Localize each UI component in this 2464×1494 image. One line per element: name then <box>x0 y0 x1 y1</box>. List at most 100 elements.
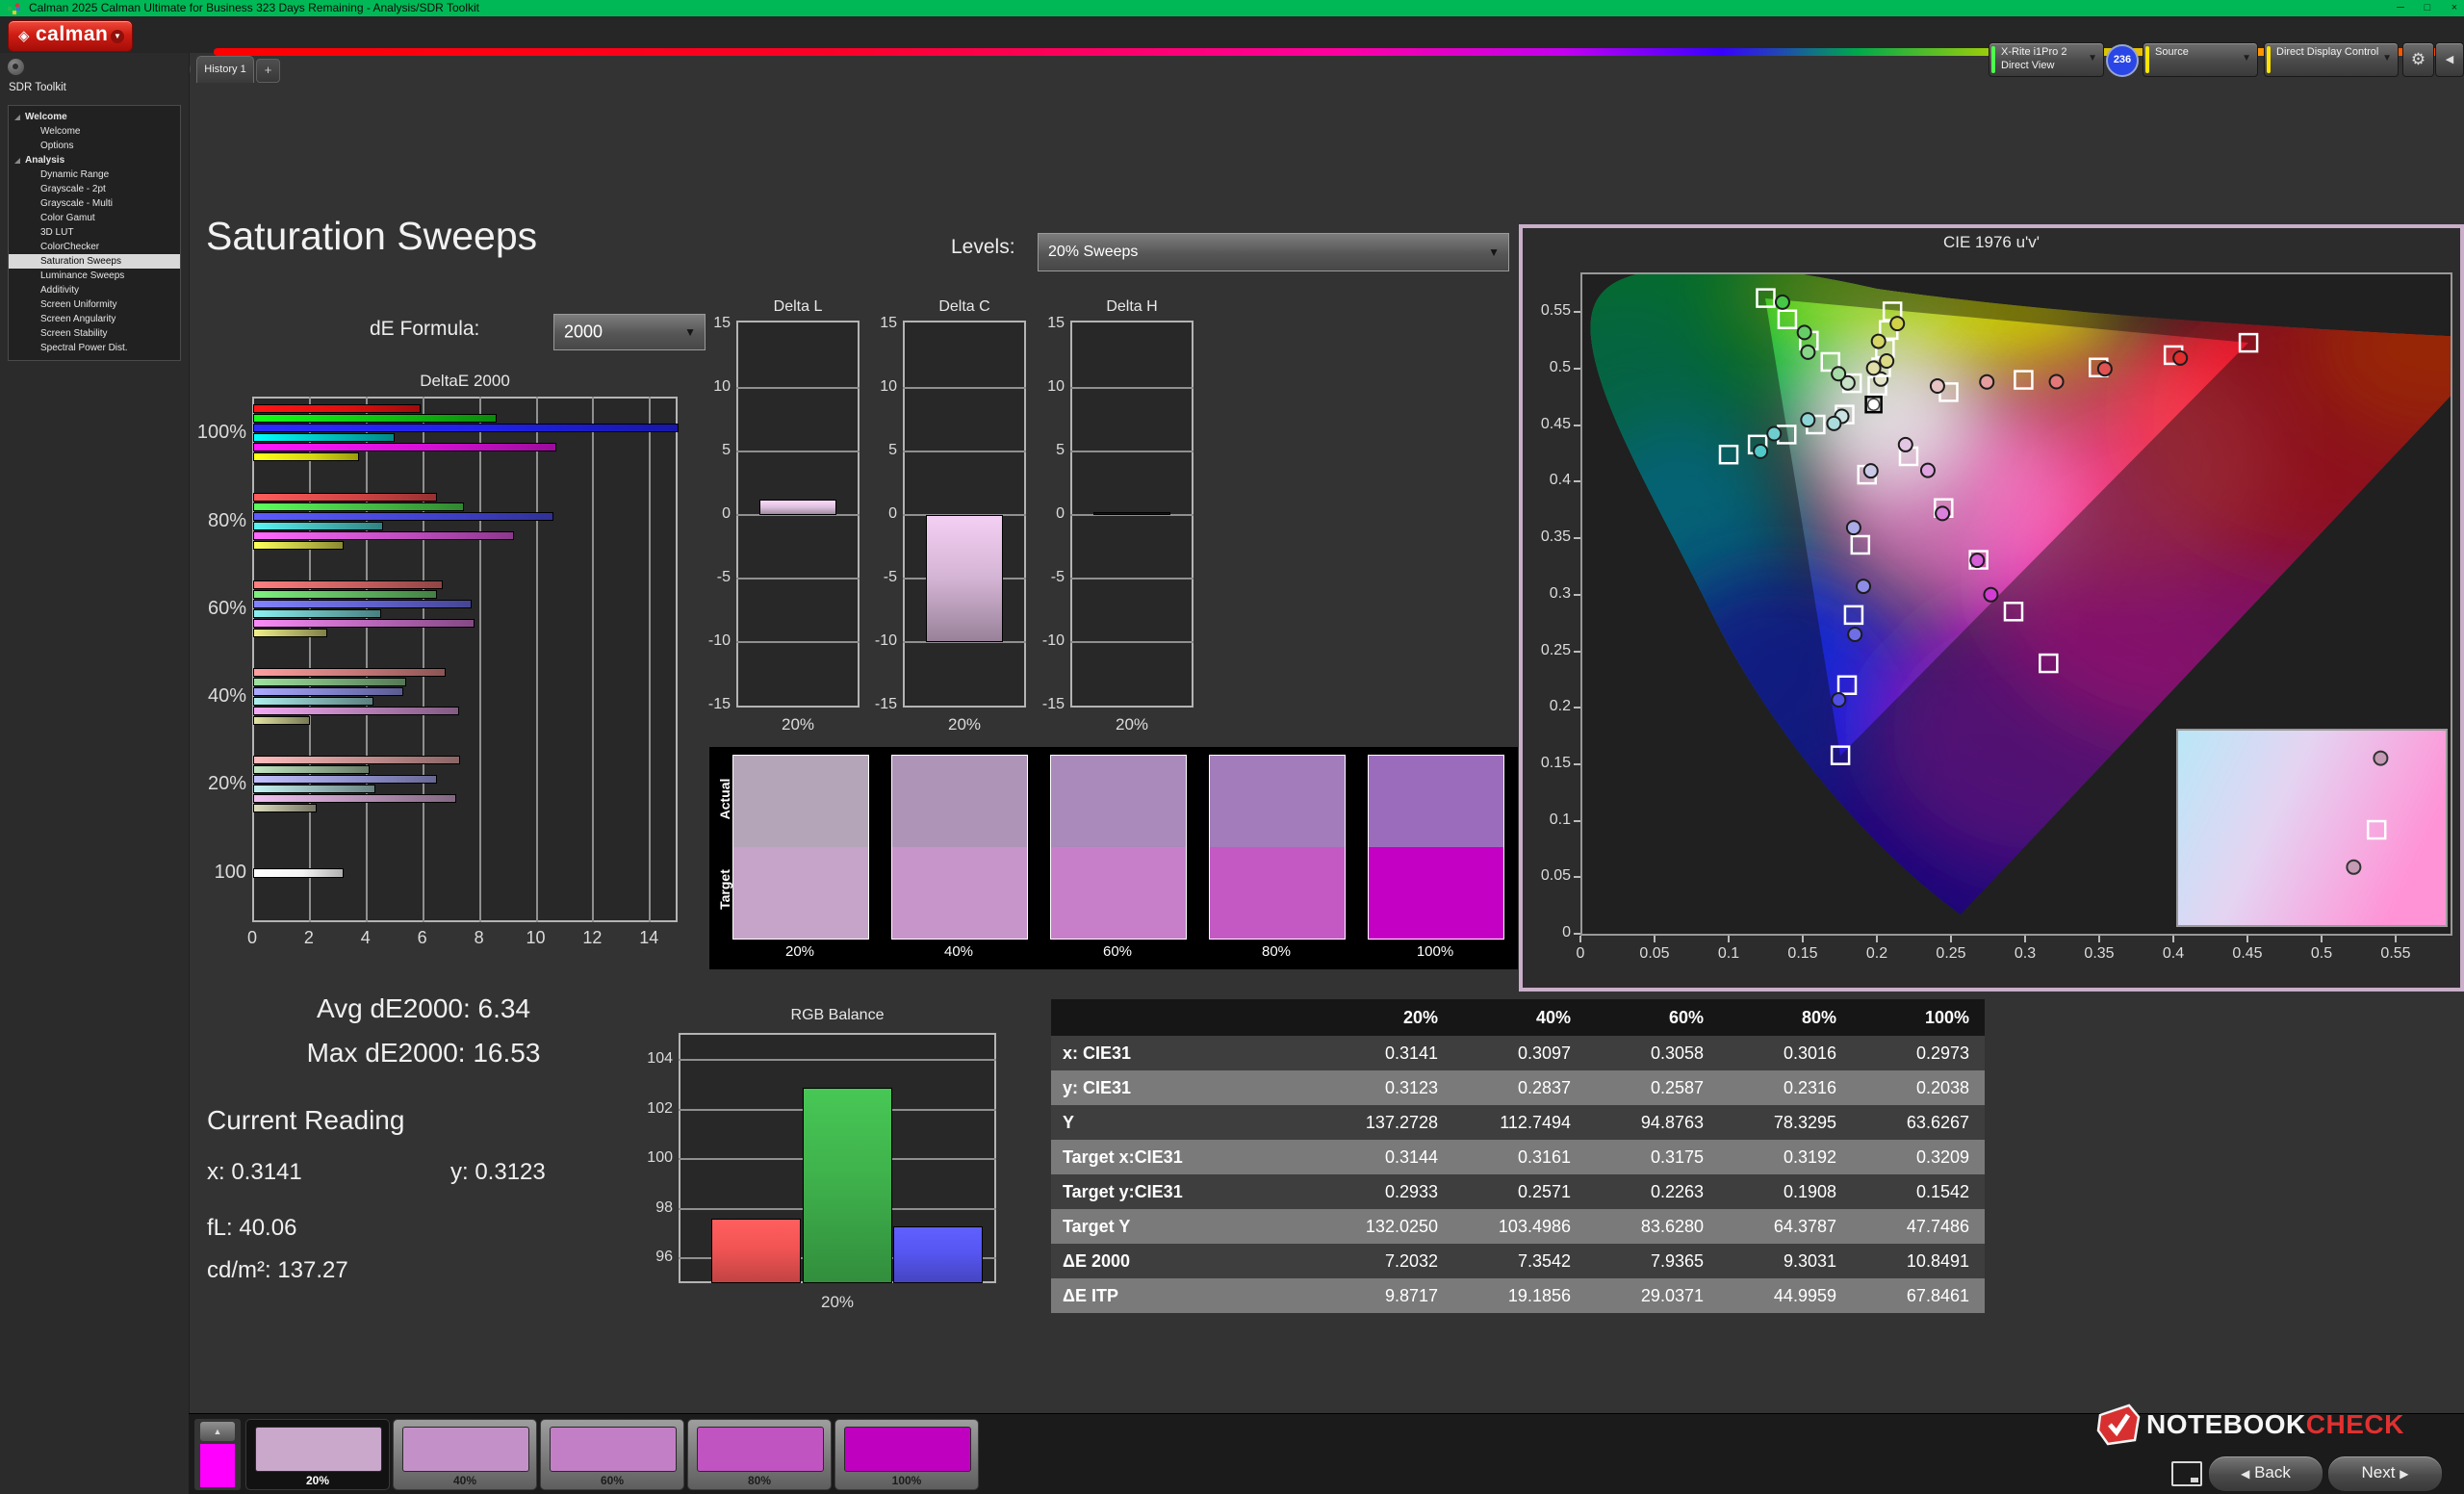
table-cell: 78.3295 <box>1719 1105 1852 1140</box>
results-table: 20%40%60%80%100%x: CIE310.31410.30970.30… <box>1051 999 1985 1313</box>
deltae-bar-40%-cyan <box>253 697 373 706</box>
levels-value: 20% Sweeps <box>1048 244 1138 261</box>
tab-history-1[interactable]: History 1 <box>196 56 254 83</box>
next-arrow-icon: ▶ <box>2400 1467 2408 1481</box>
sidebar-item-saturation-sweeps[interactable]: Saturation Sweeps <box>9 254 180 269</box>
de-formula-dropdown[interactable]: 2000 ▼ <box>553 314 706 350</box>
next-button[interactable]: Next ▶ <box>2327 1455 2443 1492</box>
display-icon[interactable] <box>2171 1461 2202 1486</box>
pattern-thumbnail-100%[interactable]: 100% <box>834 1419 979 1490</box>
table-cell: 137.2728 <box>1321 1105 1453 1140</box>
y-axis-tick-label: 10 <box>1024 378 1065 396</box>
expand-arrow-icon[interactable] <box>14 115 20 120</box>
sidebar-item-color-gamut[interactable]: Color Gamut <box>9 211 180 225</box>
sidebar-item-additivity[interactable]: Additivity <box>9 283 180 297</box>
calman-menu-button[interactable]: ◈ calman ▼ <box>8 20 133 52</box>
sidebar-options-button[interactable] <box>8 59 24 75</box>
sidebar-item-3d-lut[interactable]: 3D LUT <box>9 225 180 240</box>
tick-mark <box>1574 311 1580 313</box>
back-arrow-icon: ◀ <box>2241 1467 2249 1481</box>
measured-marker-cyan-40pct <box>1827 417 1840 430</box>
measured-marker-yellow-40pct <box>1867 361 1881 374</box>
source-label: Source <box>2155 46 2189 58</box>
table-cell: 0.3058 <box>1586 1036 1719 1070</box>
table-cell: 64.3787 <box>1719 1209 1852 1244</box>
pattern-thumbnail-20%[interactable]: 20% <box>245 1419 390 1490</box>
y-axis-tick-label: 96 <box>634 1249 673 1266</box>
sidebar-item-welcome[interactable]: Welcome <box>9 110 180 124</box>
deltae-bar-60%-magenta <box>253 619 475 628</box>
source-dropdown[interactable]: Source ▼ <box>2143 42 2258 77</box>
minimize-button[interactable]: ─ <box>2389 1 2412 15</box>
cie-x-tick-label: 0.45 <box>2223 945 2272 963</box>
y-axis-tick-label: 10 <box>857 378 897 396</box>
maximize-button[interactable]: □ <box>2416 1 2439 15</box>
add-tab-button[interactable]: + <box>256 59 280 83</box>
gridline <box>1070 578 1194 580</box>
actual-swatch-60% <box>1051 756 1186 847</box>
tick-mark <box>1574 707 1580 708</box>
deltae-bar-100%-red <box>253 404 421 413</box>
deltae-chart-title: DeltaE 2000 <box>321 372 609 391</box>
sidebar-item-welcome[interactable]: Welcome <box>9 124 180 139</box>
table-cell: 0.2837 <box>1453 1070 1586 1105</box>
gridline <box>423 397 424 922</box>
page-title: Saturation Sweeps <box>206 214 537 259</box>
sidebar-item-screen-uniformity[interactable]: Screen Uniformity <box>9 297 180 312</box>
tick-mark <box>1802 936 1804 942</box>
direct-display-control-dropdown[interactable]: Direct Display Control ▼ <box>2264 42 2399 77</box>
measured-marker-yellow-100pct <box>1890 317 1904 330</box>
tick-mark <box>2098 936 2100 942</box>
group-label-40%: 40% <box>185 685 246 708</box>
gridline <box>592 397 594 922</box>
sidebar-item-options[interactable]: Options <box>9 139 180 153</box>
table-cell: 0.2038 <box>1852 1070 1985 1105</box>
gridline <box>1070 641 1194 643</box>
measured-marker-yellow-80pct <box>1872 335 1886 348</box>
pattern-thumbnail-40%[interactable]: 40% <box>393 1419 537 1490</box>
table-row: x: CIE310.31410.30970.30580.30160.2973 <box>1051 1036 1985 1070</box>
sidebar-item-grayscale-2pt[interactable]: Grayscale - 2pt <box>9 182 180 196</box>
pattern-thumbnail-60%[interactable]: 60% <box>540 1419 684 1490</box>
rgb-bar-G <box>803 1088 892 1283</box>
table-column-header: 100% <box>1852 999 1985 1036</box>
y-axis-tick-label: -15 <box>1024 696 1065 713</box>
tick-mark <box>1876 936 1878 942</box>
sidebar-item-dynamic-range[interactable]: Dynamic Range <box>9 167 180 182</box>
table-cell: 0.2571 <box>1453 1174 1586 1209</box>
gridline <box>736 578 860 580</box>
thumbnail-color-chip <box>844 1427 971 1472</box>
app-window: Calman 2025 Calman Ultimate for Business… <box>0 0 2464 1494</box>
group-label-20%: 20% <box>185 773 246 795</box>
gridline <box>903 451 1026 452</box>
cie-x-tick-label: 0.15 <box>1779 945 1827 963</box>
meter-dropdown[interactable]: X-Rite i1Pro 2 Direct View ▼ <box>1989 42 2104 77</box>
sidebar-item-grayscale-multi[interactable]: Grayscale - Multi <box>9 196 180 211</box>
collapse-panel-button[interactable]: ◀ <box>2435 42 2464 77</box>
sidebar-item-screen-stability[interactable]: Screen Stability <box>9 326 180 341</box>
tick-mark <box>1579 936 1581 942</box>
deltae-bar-80%-green <box>253 502 464 511</box>
sidebar-item-colorchecker[interactable]: ColorChecker <box>9 240 180 254</box>
deltae-bar-20%-green <box>253 765 370 774</box>
swatch-label-80%: 80% <box>1209 943 1344 960</box>
pattern-thumbnail-80%[interactable]: 80% <box>687 1419 832 1490</box>
target-swatch-60% <box>1051 847 1186 939</box>
expand-pattern-panel-button[interactable]: ▲ <box>200 1422 235 1441</box>
sidebar-item-luminance-sweeps[interactable]: Luminance Sweeps <box>9 269 180 283</box>
app-icon <box>8 2 20 14</box>
sidebar-item-screen-angularity[interactable]: Screen Angularity <box>9 312 180 326</box>
table-row-label: x: CIE31 <box>1051 1036 1321 1070</box>
levels-dropdown[interactable]: 20% Sweeps ▼ <box>1038 233 1509 271</box>
deltae-bar-80%-cyan <box>253 522 383 530</box>
expand-arrow-icon[interactable] <box>14 158 20 164</box>
sidebar-item-analysis[interactable]: Analysis <box>9 153 180 167</box>
table-cell: 0.3123 <box>1321 1070 1453 1105</box>
sidebar-item-spectral-power-dist-[interactable]: Spectral Power Dist. <box>9 341 180 355</box>
meter-count-badge[interactable]: 236 <box>2106 44 2139 77</box>
cie-y-tick-label: 0.25 <box>1498 642 1571 659</box>
back-button[interactable]: ◀ Back <box>2208 1455 2323 1492</box>
settings-gear-button[interactable]: ⚙ <box>2402 42 2434 77</box>
close-button[interactable]: × <box>2443 1 2464 15</box>
table-row: Y137.2728112.749494.876378.329563.6267 <box>1051 1105 1985 1140</box>
